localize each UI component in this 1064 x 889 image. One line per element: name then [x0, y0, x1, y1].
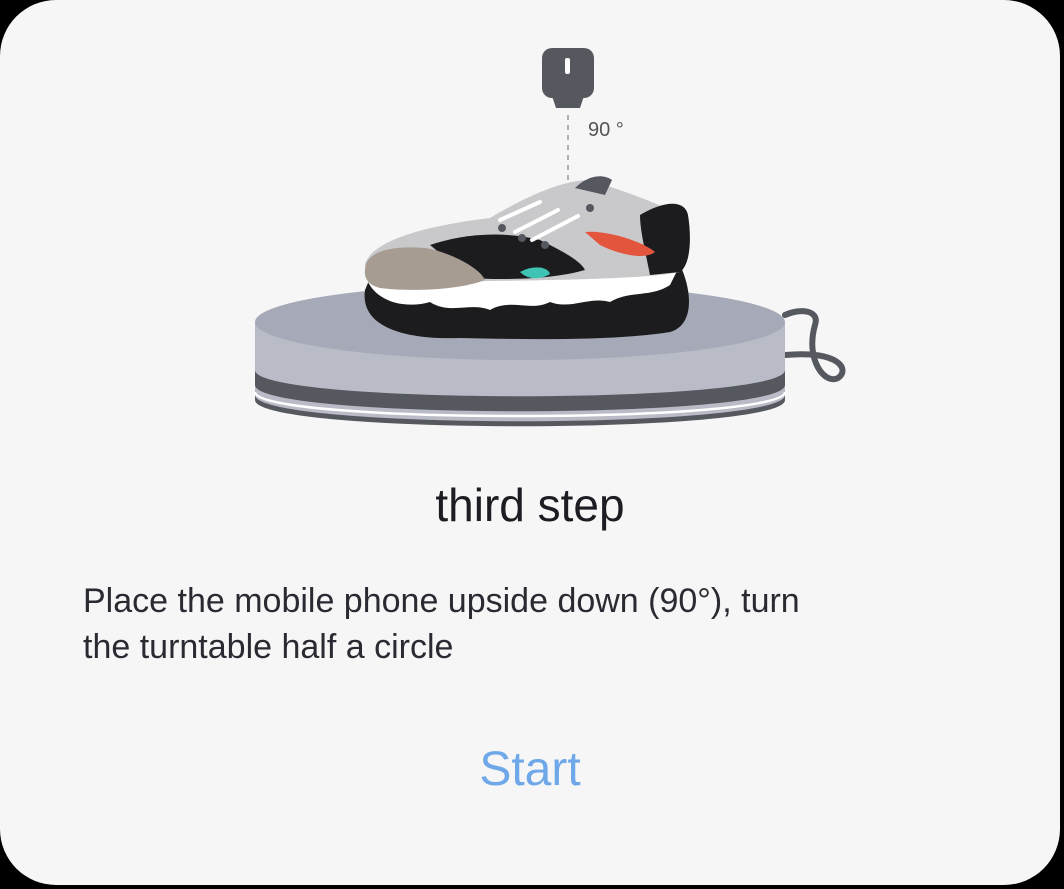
turntable-shoe-illustration: 90 °: [253, 48, 846, 427]
phone-camera-icon: [542, 48, 594, 108]
sneaker-image: [364, 176, 690, 340]
start-button[interactable]: Start: [430, 735, 630, 805]
step-title: third step: [435, 479, 625, 531]
angle-label: 90 °: [588, 119, 624, 141]
step-dialog: 90 ° third step Place the mobile phone u…: [0, 0, 1060, 885]
step-description-line-2: the turntable half a circle: [83, 628, 454, 666]
step-description-line-1: Place the mobile phone upside down (90°)…: [83, 582, 800, 620]
step-description: Place the mobile phone upside down (90°)…: [83, 578, 983, 670]
